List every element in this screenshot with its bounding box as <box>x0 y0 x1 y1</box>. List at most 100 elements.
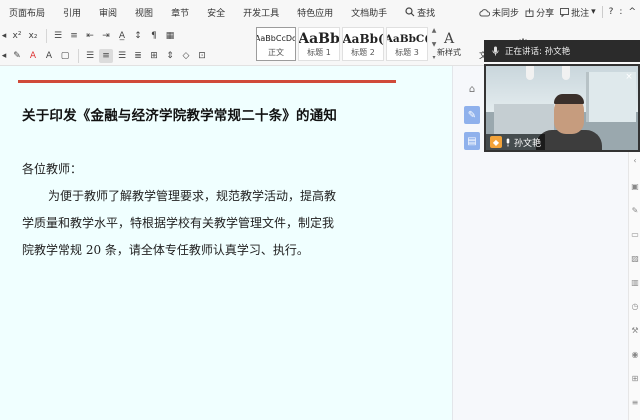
close-icon[interactable]: × <box>624 72 634 82</box>
video-background <box>562 66 570 80</box>
share-button[interactable]: 分享 <box>525 6 554 19</box>
menu-review[interactable]: 审阅 <box>90 6 126 19</box>
style-normal[interactable]: AaBbCcDd 正文 <box>256 27 296 61</box>
style-sample: AaBbC( <box>386 32 428 45</box>
menu-developer-tools[interactable]: 开发工具 <box>234 6 288 19</box>
history-icon[interactable]: ◷ <box>630 302 640 311</box>
search-icon <box>405 7 415 17</box>
style-sample: AaBbCcDd <box>256 34 296 43</box>
align-center-icon[interactable]: ≡ <box>99 49 113 63</box>
align-left-icon[interactable]: ☰ <box>83 49 97 63</box>
sync-label: 未同步 <box>492 8 520 19</box>
document-title: 关于印发《金融与经济学院教学常规二十条》的通知 <box>22 108 338 124</box>
show-marks-icon[interactable]: ¶ <box>147 29 161 43</box>
table-border-icon[interactable]: ▦ <box>163 29 177 43</box>
sort-icon[interactable]: ↕ <box>131 29 145 43</box>
list-icon[interactable]: ≡ <box>630 398 640 407</box>
font-size-down-icon[interactable]: ◂ <box>0 29 8 43</box>
cloud-sync-icon <box>479 8 491 16</box>
location-icon[interactable]: ◉ <box>630 350 640 359</box>
document-paragraph: 为便于教师了解教学管理要求，规范教学活动，提高教 学质量和教学水平，特根据学校有… <box>22 183 378 264</box>
chinese-layout-icon[interactable]: A̲ <box>115 29 129 43</box>
sync-status[interactable]: 未同步 <box>479 6 519 19</box>
style-label: 正文 <box>268 47 284 57</box>
divider <box>601 6 603 18</box>
participant-name: 孙文艳 <box>514 138 542 149</box>
style-gallery: AaBbCcDd 正文 AaBb 标题 1 AaBb( 标题 2 AaBbC( … <box>256 27 438 61</box>
subscript-icon[interactable]: x₂ <box>26 29 40 43</box>
new-style-button[interactable]: A 新样式 <box>432 27 466 61</box>
style-label: 标题 3 <box>395 47 419 57</box>
numbered-list-icon[interactable]: ≡ <box>67 29 81 43</box>
chevron-left-icon[interactable]: ◂ <box>0 49 8 63</box>
microphone-icon <box>506 138 510 146</box>
borders-icon[interactable]: ⊡ <box>195 49 209 63</box>
char-shading-icon[interactable]: A <box>42 49 56 63</box>
menu-doc-assistant[interactable]: 文档助手 <box>342 6 396 19</box>
home-icon[interactable]: ⌂ <box>464 80 480 98</box>
style-heading-3[interactable]: AaBbC( 标题 3 <box>386 27 428 61</box>
video-tile[interactable]: × ◆ 孙文艳 <box>484 64 640 152</box>
call-speaking-bar[interactable]: 正在讲话: 孙文艳 <box>484 40 640 62</box>
annotate-label: 批注 <box>571 8 590 19</box>
style-heading-2[interactable]: AaBb( 标题 2 <box>342 27 384 61</box>
doc-info-icon[interactable]: ▤ <box>464 132 480 150</box>
collapse-panel-icon[interactable]: ‹ <box>630 156 640 165</box>
char-border-icon[interactable]: ▢ <box>58 49 72 63</box>
share-label: 分享 <box>536 8 555 19</box>
menu-right-group: 未同步 分享 批注 ▾ ? : ^ <box>479 0 640 24</box>
speaking-label: 正在讲话: 孙文艳 <box>505 47 571 57</box>
ruler-icon[interactable]: ▭ <box>630 230 640 239</box>
annotate-button[interactable]: 批注 ▾ <box>560 6 596 19</box>
style-heading-1[interactable]: AaBb 标题 1 <box>298 27 340 61</box>
edit-doc-icon[interactable]: ✎ <box>464 106 480 124</box>
paragraph-line: 学质量和教学水平，特根据学校有关教学管理文件，制定我 <box>22 216 335 230</box>
more-options-icon[interactable]: : <box>619 7 622 17</box>
paragraph-line: 为便于教师了解教学管理要求，规范教学活动，提高教 <box>48 189 337 203</box>
video-background <box>494 104 554 134</box>
menu-special-apps[interactable]: 特色应用 <box>288 6 342 19</box>
menu-view[interactable]: 视图 <box>126 6 162 19</box>
document-greeting: 各位教师： <box>22 162 83 176</box>
red-header-rule <box>18 80 396 83</box>
bullet-list-icon[interactable]: ☰ <box>51 29 65 43</box>
find-label: 查找 <box>417 8 436 19</box>
distribute-icon[interactable]: ⊞ <box>147 49 161 63</box>
highlight-icon[interactable]: ✎ <box>10 49 24 63</box>
divider <box>46 29 47 43</box>
shading-icon[interactable]: ◇ <box>179 49 193 63</box>
menu-page-layout[interactable]: 页面布局 <box>0 6 54 19</box>
align-right-icon[interactable]: ☰ <box>115 49 129 63</box>
line-spacing-icon[interactable]: ⇕ <box>163 49 177 63</box>
menu-references[interactable]: 引用 <box>54 6 90 19</box>
new-style-icon: A <box>443 30 455 47</box>
tools-icon[interactable]: ⚒ <box>630 326 640 335</box>
increase-indent-icon[interactable]: ⇥ <box>99 29 113 43</box>
style-label: 标题 2 <box>351 47 375 57</box>
paragraph-line: 院教学常规 20 条，请全体专任教师认真学习、执行。 <box>22 243 309 257</box>
find-button[interactable]: 查找 <box>396 6 444 19</box>
style-sample: AaBb <box>298 30 340 47</box>
style-label: 标题 1 <box>307 47 331 57</box>
collapse-ribbon-icon[interactable]: ^ <box>628 7 636 17</box>
image-icon[interactable]: ▨ <box>630 254 640 263</box>
table-icon[interactable]: ⊞ <box>630 374 640 383</box>
participant-figure <box>554 94 584 104</box>
menu-section[interactable]: 章节 <box>162 6 198 19</box>
microphone-icon <box>492 46 499 56</box>
comment-icon <box>560 7 570 17</box>
menu-security[interactable]: 安全 <box>198 6 234 19</box>
edit-icon[interactable]: ✎ <box>630 206 640 215</box>
help-icon[interactable]: ? <box>609 7 614 17</box>
decrease-indent-icon[interactable]: ⇤ <box>83 29 97 43</box>
format-icon[interactable]: ▣ <box>630 182 640 191</box>
superscript-icon[interactable]: x² <box>10 29 24 43</box>
participant-namebar: ◆ 孙文艳 <box>486 134 546 150</box>
toolbar-row-bottom: ◂ ✎ A A ▢ ☰ ≡ ☰ ≣ ⊞ ⇕ ◇ ⊡ <box>0 47 211 65</box>
justify-icon[interactable]: ≣ <box>131 49 145 63</box>
chart-icon[interactable]: ▥ <box>630 278 640 287</box>
font-color-icon[interactable]: A <box>26 49 40 63</box>
divider <box>78 49 79 63</box>
avatar: ◆ <box>490 136 502 148</box>
side-panel-icons: ⌂ ✎ ▤ <box>464 80 480 150</box>
